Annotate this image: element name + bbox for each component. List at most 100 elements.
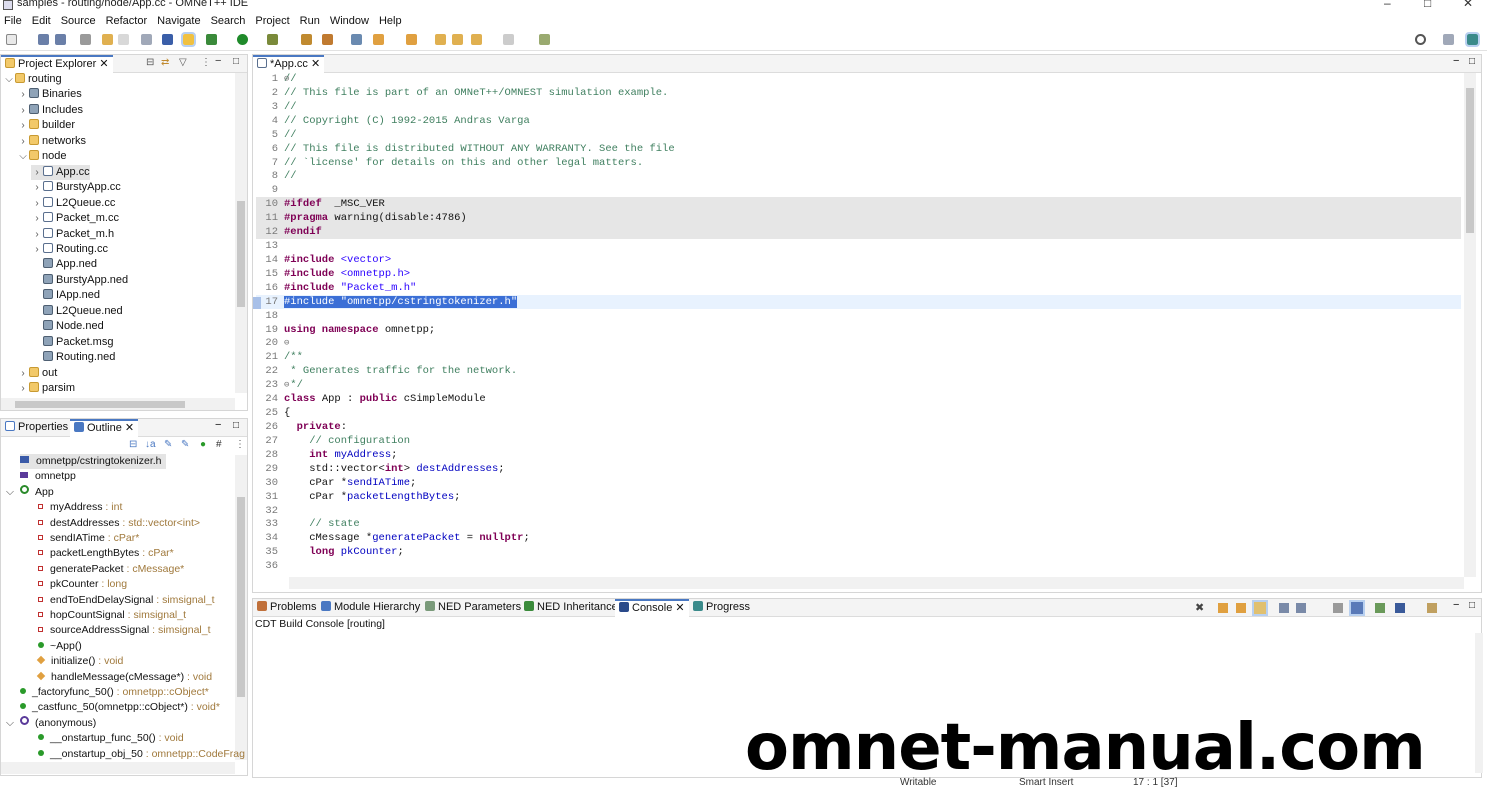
back-icon[interactable]	[471, 34, 482, 45]
tab-ned-parameters[interactable]: NED Parameters	[421, 599, 525, 617]
outline-hscrollbar[interactable]	[1, 762, 235, 774]
outline-item[interactable]: packetLengthBytes : cPar*	[38, 546, 174, 561]
build-icon[interactable]	[102, 34, 113, 45]
scroll-lock-icon[interactable]	[1252, 600, 1268, 616]
outline-item[interactable]: __onstartup_func_50() : void	[38, 731, 184, 746]
code-line[interactable]: 36	[256, 559, 1461, 573]
expand-arrow-icon[interactable]: ⌵	[6, 485, 14, 500]
code-line[interactable]: 31 cPar *packetLengthBytes;	[256, 490, 1461, 504]
tool-icon[interactable]	[322, 34, 333, 45]
expand-arrow-icon[interactable]: ›	[31, 227, 43, 242]
hide-nonpublic-icon[interactable]: ●	[200, 439, 206, 450]
prev-annotation-icon[interactable]	[406, 34, 417, 45]
project-tree-vscrollbar[interactable]	[235, 73, 247, 393]
code-line[interactable]: 8 //	[256, 169, 1461, 183]
maximize-view-icon[interactable]: □	[233, 56, 239, 67]
outline-item[interactable]: __onstartup_obj_50 : omnetpp::CodeFrag	[38, 747, 245, 762]
new-cpp-class-icon[interactable]	[141, 34, 152, 45]
expand-arrow-icon[interactable]: ⌵	[3, 72, 15, 87]
package-icon[interactable]	[351, 34, 362, 45]
expand-arrow-icon[interactable]: ›	[17, 366, 29, 381]
sort-icon[interactable]: ↓a	[145, 439, 156, 450]
code-line[interactable]: 19 using namespace omnetpp;	[256, 323, 1461, 337]
outline-item[interactable]: sendIATime : cPar*	[38, 531, 139, 546]
menu-search[interactable]: Search	[211, 15, 246, 27]
code-line[interactable]: 16 #include "Packet_m.h"	[256, 281, 1461, 295]
collapse-all-icon[interactable]: ⊟	[146, 57, 154, 68]
expand-arrow-icon[interactable]: ›	[17, 381, 29, 396]
tree-item[interactable]: ⌵ node	[17, 149, 66, 164]
forward-icon[interactable]	[503, 34, 514, 45]
expand-arrow-icon[interactable]: ›	[31, 196, 43, 211]
close-icon[interactable]: ✕	[125, 422, 134, 434]
tree-item[interactable]: › Packet_m.h	[31, 227, 114, 242]
fold-icon[interactable]: ⊖	[284, 378, 289, 392]
minimize-view-icon[interactable]: −	[1453, 599, 1459, 611]
menu-run[interactable]: Run	[300, 15, 320, 27]
save-all-icon[interactable]	[55, 34, 66, 45]
code-line[interactable]: 11 #pragma warning(disable:4786)	[256, 211, 1461, 226]
tree-item[interactable]: › networks	[17, 134, 86, 149]
filter-icon[interactable]: ▽	[179, 57, 187, 68]
code-line[interactable]: 29 std::vector<int> destAddresses;	[256, 462, 1461, 476]
outline-item[interactable]: hopCountSignal : simsignal_t	[38, 608, 186, 623]
code-line[interactable]: 15 #include <omnetpp.h>	[256, 267, 1461, 281]
tree-item[interactable]: Routing.ned	[31, 350, 115, 365]
code-line[interactable]: 22 * Generates traffic for the network.	[256, 364, 1461, 378]
maximize-button[interactable]: □	[1424, 0, 1431, 10]
link-editor-icon[interactable]: ⇄	[161, 57, 169, 68]
new-icon[interactable]	[6, 34, 17, 45]
scroll-thumb[interactable]	[237, 201, 245, 307]
outline-item[interactable]: initialize() : void	[36, 654, 123, 669]
outline-vscrollbar[interactable]	[235, 455, 247, 760]
next-icon[interactable]	[1218, 603, 1228, 613]
outline-item[interactable]: handleMessage(cMessage*) : void	[36, 670, 212, 685]
tree-item[interactable]: BurstyApp.ned	[31, 273, 128, 288]
open-console-icon[interactable]	[1395, 603, 1405, 613]
outline-item[interactable]: ⌵ App	[6, 484, 54, 500]
tree-item[interactable]: › out	[17, 366, 57, 381]
code-line[interactable]: 3 //	[256, 100, 1461, 114]
code-line[interactable]: 33 // state	[256, 517, 1461, 531]
clear-console-icon[interactable]	[1296, 603, 1306, 613]
outline-item[interactable]: sourceAddressSignal : simsignal_t	[38, 623, 211, 638]
tree-item[interactable]: L2Queue.ned	[31, 304, 123, 319]
forward-edit-icon[interactable]	[452, 34, 463, 45]
tab-progress[interactable]: Progress	[689, 599, 754, 617]
project-tree-hscrollbar[interactable]	[1, 398, 235, 410]
show-console-icon[interactable]	[1333, 603, 1343, 613]
tree-item[interactable]: IApp.ned	[31, 288, 100, 303]
tab-problems[interactable]: Problems	[253, 599, 320, 617]
tab-project-explorer[interactable]: Project Explorer ✕	[1, 55, 113, 73]
perspective-omnetpp-icon[interactable]	[1465, 32, 1480, 47]
scroll-thumb[interactable]	[237, 497, 245, 697]
group-includes-icon[interactable]: #	[216, 439, 222, 450]
tree-item[interactable]: Node.ned	[31, 319, 104, 334]
clean-icon[interactable]	[118, 34, 129, 45]
outline-item[interactable]: _castfunc_50(omnetpp::cObject*) : void*	[20, 700, 220, 715]
run-icon[interactable]	[237, 34, 248, 45]
expand-arrow-icon[interactable]: ›	[31, 211, 43, 226]
minimize-view-icon[interactable]: −	[1453, 55, 1459, 67]
code-line[interactable]: 14 #include <vector>	[256, 253, 1461, 267]
maximize-view-icon[interactable]: □	[233, 420, 239, 431]
close-icon[interactable]: ✕	[675, 602, 684, 614]
code-line[interactable]: 20 ⊖	[256, 336, 1461, 350]
tab-console[interactable]: Console ✕	[615, 599, 689, 617]
code-line[interactable]: 9	[256, 183, 1461, 197]
code-line[interactable]: 18	[256, 309, 1461, 323]
code-line[interactable]: 17 #include "omnetpp/cstringtokenizer.h"	[256, 294, 1461, 309]
menu-file[interactable]: File	[4, 15, 22, 27]
menu-help[interactable]: Help	[379, 15, 402, 27]
code-line[interactable]: 2 // This file is part of an OMNeT++/OMNE…	[256, 86, 1461, 100]
hide-static-icon[interactable]: ✎	[181, 439, 189, 450]
display-selected-console-icon[interactable]	[1375, 603, 1385, 613]
code-line[interactable]: 21 /**	[256, 350, 1461, 364]
expand-arrow-icon[interactable]: ⌵	[6, 716, 14, 731]
menu-refactor[interactable]: Refactor	[106, 15, 148, 27]
tab-outline[interactable]: Outline ✕	[70, 419, 139, 437]
breakpoint-marker[interactable]	[253, 297, 261, 309]
expand-arrow-icon[interactable]: ›	[31, 242, 43, 257]
save-icon[interactable]	[38, 34, 49, 45]
view-menu-icon[interactable]: ⋮	[235, 439, 245, 450]
